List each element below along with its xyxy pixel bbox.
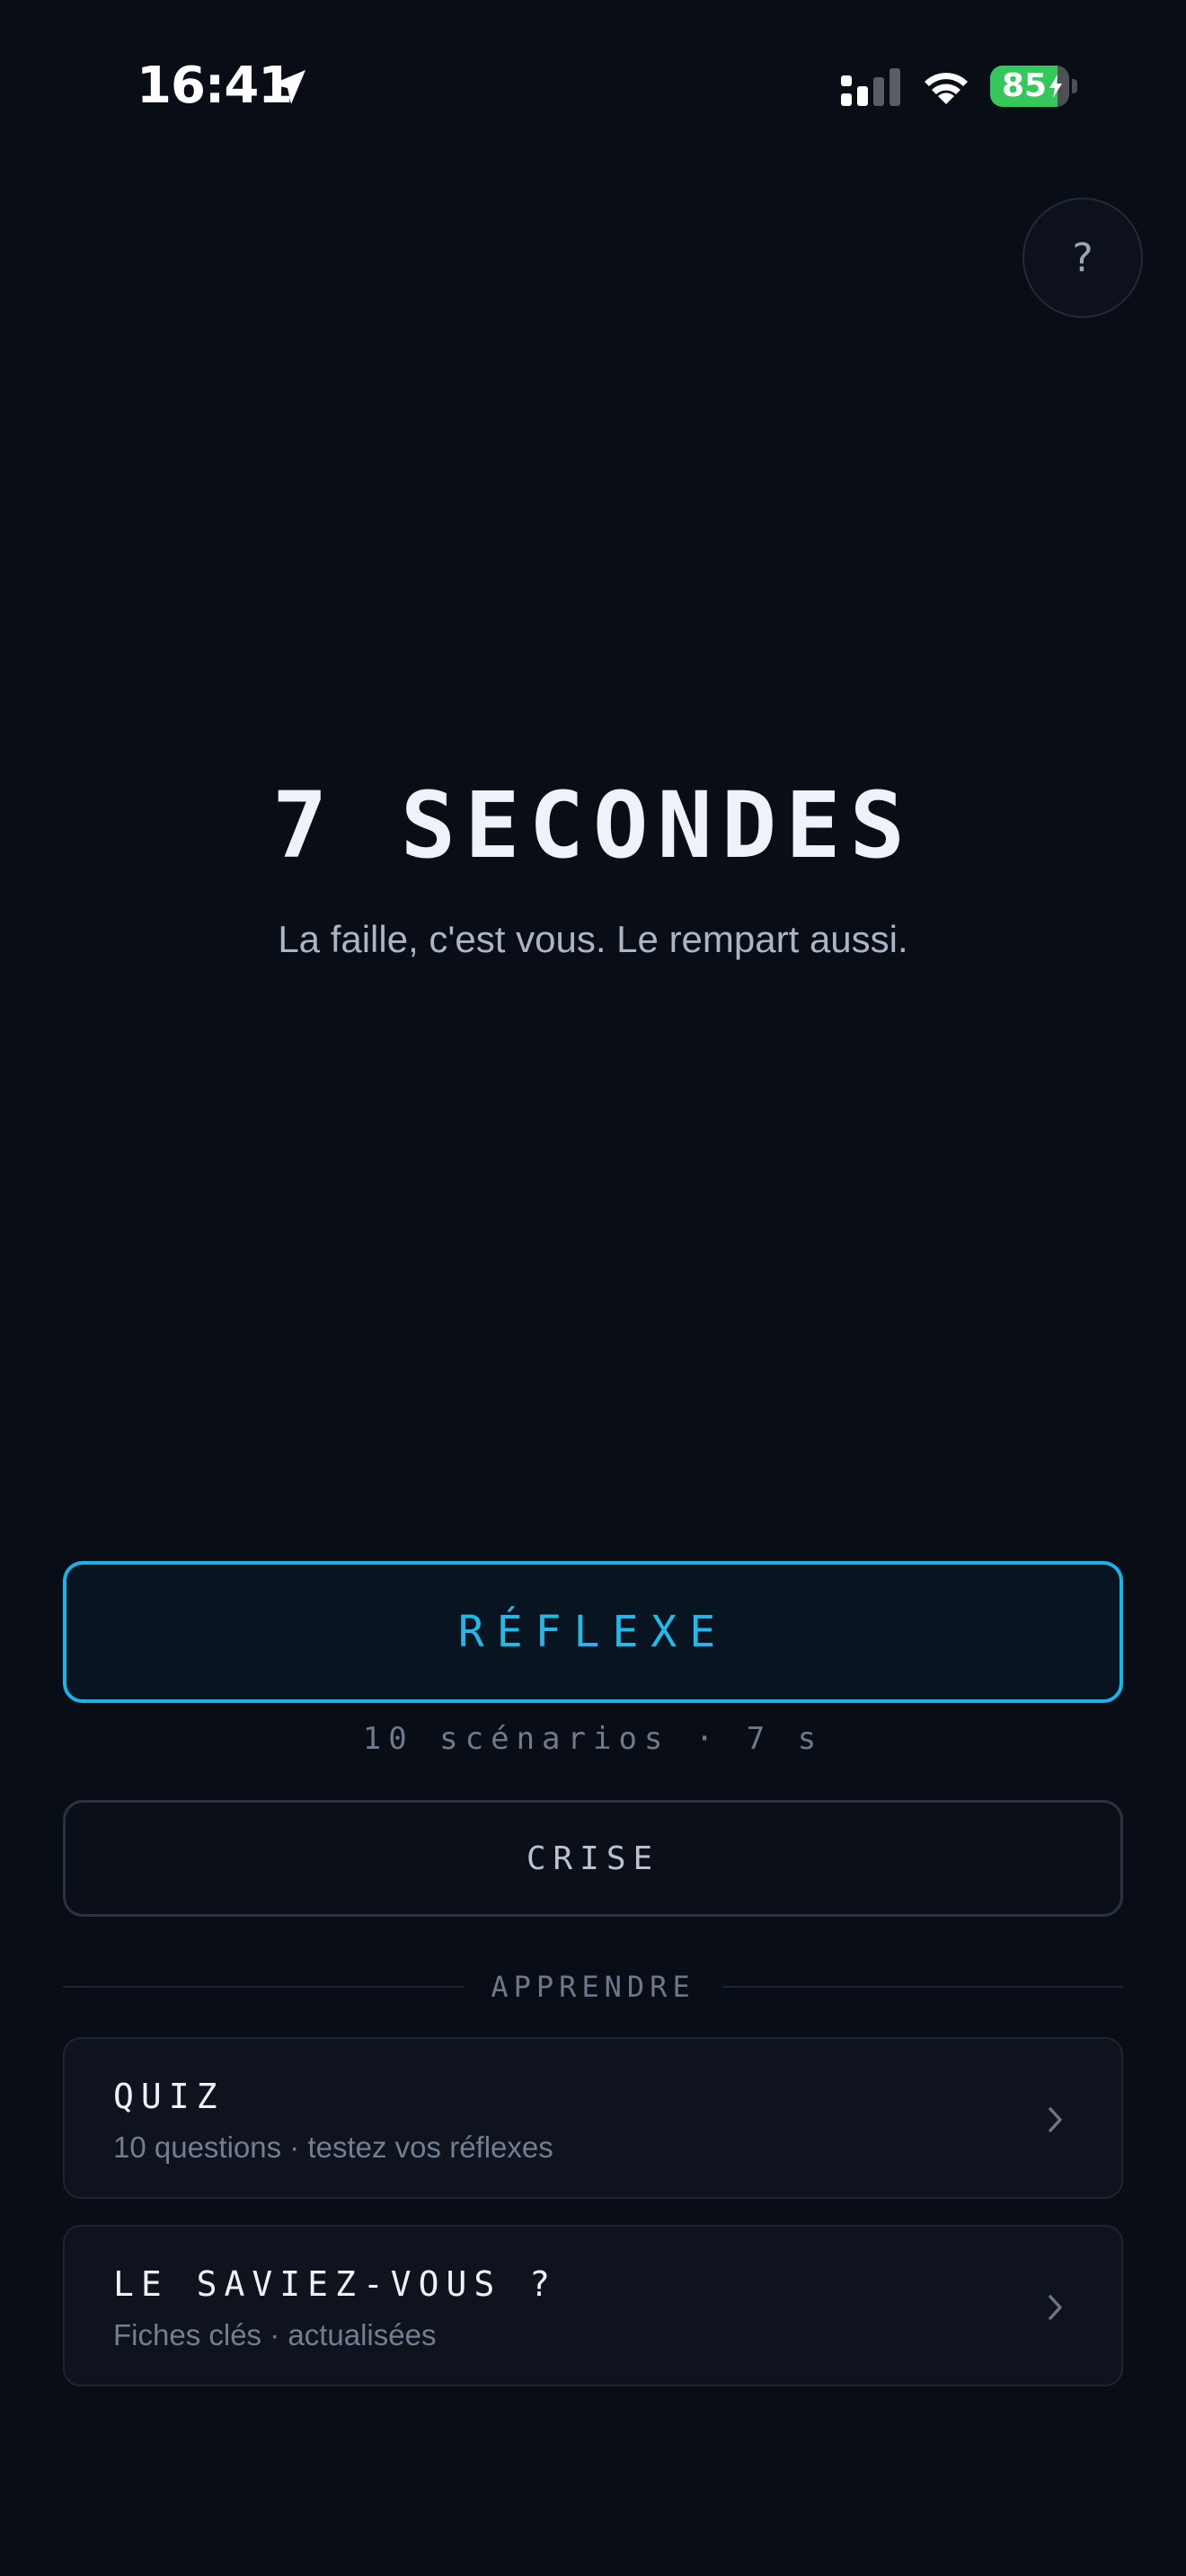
crise-mode-label: CRISE: [526, 1839, 660, 1877]
reflexe-mode-caption: 10 scénarios · 7 s: [362, 1721, 824, 1757]
did-you-know-card-subtitle: Fiches clés · actualisées: [113, 2318, 437, 2351]
did-you-know-card-title: LE SAVIEZ-VOUS ?: [113, 2264, 558, 2304]
did-you-know-card[interactable]: LE SAVIEZ-VOUS ? Fiches clés · actualisé…: [63, 2225, 1123, 2386]
status-bar: 16:41 85: [0, 0, 1186, 171]
divider-line-left: [63, 1986, 465, 1988]
app-title: 7 SECONDES: [271, 772, 915, 879]
reflexe-mode-button[interactable]: RÉFLEXE: [63, 1561, 1123, 1703]
quiz-card[interactable]: QUIZ 10 questions · testez vos réflexes: [63, 2037, 1123, 2199]
battery-cap: [1072, 79, 1077, 93]
quiz-card-title: QUIZ: [113, 2077, 225, 2116]
chevron-right-icon: [1049, 2295, 1062, 2320]
battery-indicator: 85: [990, 66, 1078, 107]
learn-section-label: APPRENDRE: [491, 1970, 695, 2004]
quiz-card-subtitle: 10 questions · testez vos réflexes: [113, 2130, 553, 2164]
charging-bolt-icon: [1049, 75, 1062, 98]
battery-body: 85: [990, 66, 1069, 107]
location-arrow-icon: [271, 70, 305, 104]
help-button[interactable]: ?: [1022, 198, 1143, 318]
cellular-signal-icon: [841, 68, 900, 106]
help-icon: ?: [1072, 234, 1093, 281]
app-tagline: La faille, c'est vous. Le rempart aussi.: [278, 918, 908, 960]
divider-line-right: [721, 1986, 1124, 1988]
crise-mode-button[interactable]: CRISE: [63, 1800, 1123, 1917]
learn-section-divider: APPRENDRE: [63, 1965, 1124, 2008]
chevron-right-icon: [1049, 2107, 1062, 2132]
wifi-icon: [925, 73, 968, 104]
reflexe-mode-label: RÉFLEXE: [457, 1607, 729, 1657]
